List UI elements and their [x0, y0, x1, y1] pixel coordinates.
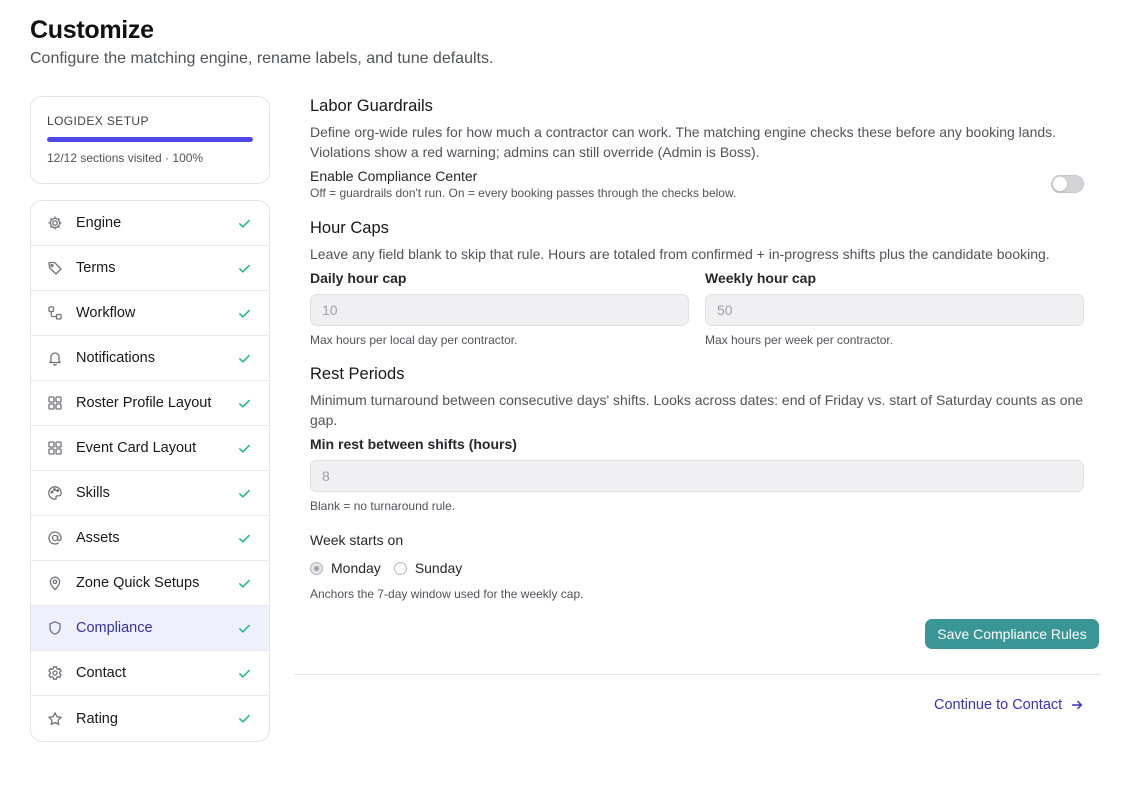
sidebar-item-label: Workflow — [76, 305, 136, 321]
sidebar-nav: Engine Terms Workflow Notifications Roster P… — [30, 200, 270, 742]
settings-icon — [47, 665, 63, 681]
compliance-toggle-label: Enable Compliance Center — [310, 168, 478, 184]
gear-icon — [47, 215, 63, 231]
check-icon — [237, 260, 253, 276]
sidebar-item-workflow[interactable]: Workflow — [31, 291, 269, 336]
layout-grid-icon — [47, 395, 63, 411]
compliance-toggle-help: Off = guardrails don't run. On = every b… — [310, 186, 737, 200]
check-icon — [237, 620, 253, 636]
sidebar-item-roster-profile-layout[interactable]: Roster Profile Layout — [31, 381, 269, 426]
hour-caps-description: Leave any field blank to skip that rule.… — [310, 246, 1050, 262]
sidebar-item-contact[interactable]: Contact — [31, 651, 269, 696]
radio-monday[interactable] — [310, 561, 323, 575]
setup-progress-status: 12/12 sections visited · 100% — [47, 151, 204, 165]
daily-hour-cap-help: Max hours per local day per contractor. — [310, 333, 518, 347]
toggle-knob — [1053, 177, 1067, 191]
labor-guardrails-title: Labor Guardrails — [310, 97, 433, 115]
shield-icon — [47, 620, 63, 636]
sidebar-item-label: Rating — [76, 710, 118, 727]
layout-grid-icon — [47, 440, 63, 456]
setup-progress-label: LOGIDEX SETUP — [47, 114, 149, 128]
check-icon — [237, 530, 253, 546]
workflow-icon — [47, 305, 63, 321]
map-pin-icon — [47, 575, 63, 591]
sidebar-item-label: Assets — [76, 530, 120, 546]
sidebar-item-notifications[interactable]: Notifications — [31, 336, 269, 381]
sidebar-item-label: Contact — [76, 665, 126, 681]
check-icon — [237, 485, 253, 501]
sidebar-item-label: Zone Quick Setups — [76, 575, 200, 591]
sidebar-item-label: Event Card Layout — [76, 440, 197, 456]
check-icon — [237, 575, 253, 591]
sidebar-item-label: Compliance — [76, 620, 153, 636]
check-icon — [237, 711, 253, 727]
week-start-monday[interactable]: Monday — [310, 560, 381, 576]
weekly-hour-cap-help: Max hours per week per contractor. — [705, 333, 894, 347]
sidebar-item-label: Skills — [76, 485, 110, 501]
page-subtitle: Configure the matching engine, rename la… — [30, 50, 494, 67]
footer-divider — [294, 674, 1101, 675]
weekly-hour-cap-label: Weekly hour cap — [705, 270, 817, 286]
rest-periods-title: Rest Periods — [310, 365, 405, 383]
at-sign-icon — [47, 530, 63, 546]
sidebar-item-label: Engine — [76, 215, 122, 231]
sidebar-item-zone-quick-setups[interactable]: Zone Quick Setups — [31, 561, 269, 606]
sidebar-item-label: Roster Profile Layout — [76, 395, 212, 411]
setup-progress-card: LOGIDEX SETUP 12/12 sections visited · 1… — [30, 96, 270, 184]
sidebar-item-compliance[interactable]: Compliance — [31, 606, 269, 651]
setup-progress-bar — [47, 137, 253, 142]
weekly-hour-cap-input[interactable] — [705, 294, 1084, 326]
continue-to-contact-link[interactable]: Continue to Contact — [934, 697, 1084, 713]
sidebar-item-assets[interactable]: Assets — [31, 516, 269, 561]
radio-sunday-label: Sunday — [414, 560, 463, 576]
check-icon — [237, 305, 253, 321]
min-rest-help: Blank = no turnaround rule. — [310, 499, 456, 513]
rest-periods-description: Minimum turnaround between consecutive d… — [310, 392, 1084, 428]
daily-hour-cap-label: Daily hour cap — [310, 270, 407, 286]
setup-progress-fill — [47, 137, 253, 142]
min-rest-label: Min rest between shifts (hours) — [310, 436, 517, 452]
check-icon — [237, 350, 253, 366]
min-rest-input[interactable] — [310, 460, 1084, 492]
star-icon — [47, 711, 63, 727]
radio-monday-label: Monday — [331, 560, 381, 576]
sidebar-item-engine[interactable]: Engine — [31, 201, 269, 246]
week-start-sunday[interactable]: Sunday — [393, 560, 463, 576]
tag-icon — [47, 260, 63, 276]
sidebar-item-skills[interactable]: Skills — [31, 471, 269, 516]
page-title: Customize — [30, 16, 154, 44]
check-icon — [237, 395, 253, 411]
sidebar-item-rating[interactable]: Rating — [31, 696, 269, 741]
sidebar-item-event-card-layout[interactable]: Event Card Layout — [31, 426, 269, 471]
sidebar-item-terms[interactable]: Terms — [31, 246, 269, 291]
palette-icon — [47, 485, 63, 501]
week-start-label: Week starts on — [310, 532, 404, 548]
labor-guardrails-description: Define org-wide rules for how much a con… — [310, 124, 1057, 160]
check-icon — [237, 665, 253, 681]
check-icon — [237, 440, 253, 456]
continue-label: Continue to Contact — [934, 697, 1063, 713]
sidebar-item-label: Notifications — [76, 350, 155, 366]
daily-hour-cap-input[interactable] — [310, 294, 689, 326]
week-start-radio-group: Monday Sunday — [310, 560, 475, 576]
bell-icon — [47, 350, 63, 366]
week-start-help: Anchors the 7-day window used for the we… — [310, 587, 584, 601]
compliance-toggle[interactable] — [1051, 175, 1084, 193]
radio-sunday[interactable] — [393, 561, 407, 575]
hour-caps-title: Hour Caps — [310, 219, 389, 237]
save-compliance-button[interactable]: Save Compliance Rules — [925, 619, 1099, 649]
arrow-right-icon — [1072, 700, 1083, 710]
check-icon — [237, 215, 253, 231]
sidebar-item-label: Terms — [76, 260, 116, 276]
